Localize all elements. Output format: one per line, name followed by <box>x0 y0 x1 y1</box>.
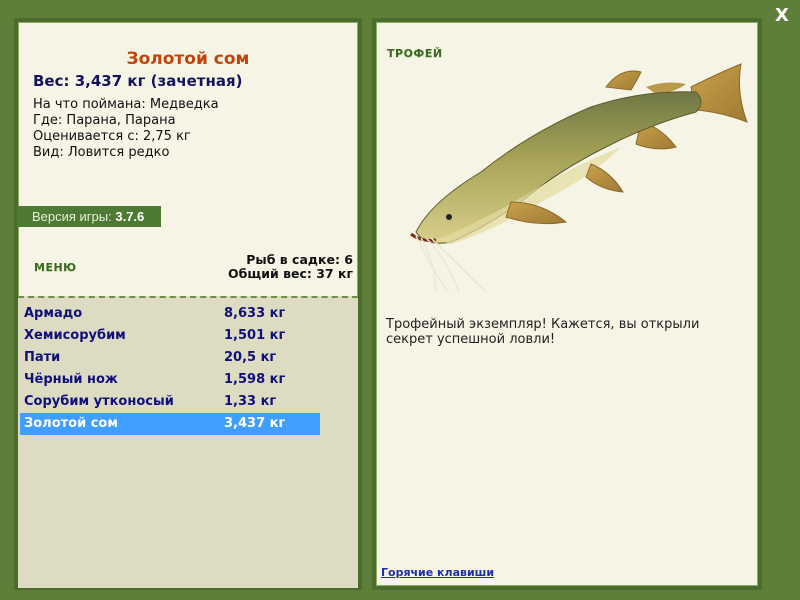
catch-fish-name: Армадо <box>24 306 83 321</box>
keepnet-stats: Рыб в садке: 6 Общий вес: 37 кг <box>228 253 353 281</box>
catch-list-row[interactable]: Сорубим утконосый 1,33 кг <box>20 391 320 413</box>
hotkeys-link[interactable]: Горячие клавиши <box>381 566 494 579</box>
menu-button[interactable]: МЕНЮ <box>34 261 77 274</box>
catfish-image <box>410 63 748 292</box>
catch-fish-name: Сорубим утконосый <box>24 394 174 409</box>
trophy-panel: ТРОФЕЙ Трофейный экземпляр! Кажется, вы … <box>372 18 762 590</box>
catch-fish-weight: 1,598 кг <box>224 372 286 387</box>
fish-weight: Вес: 3,437 кг (зачетная) <box>33 72 243 90</box>
kind-info: Вид: Ловится редко <box>33 145 170 160</box>
catch-fish-weight: 3,437 кг <box>224 416 286 431</box>
version-label: Версия игры: <box>32 209 112 224</box>
catch-fish-weight: 1,33 кг <box>224 394 277 409</box>
catch-list-row[interactable]: Армадо 8,633 кг <box>20 303 320 325</box>
keepnet-count: Рыб в садке: 6 <box>246 252 353 267</box>
catch-fish-name: Пати <box>24 350 61 365</box>
catch-list-row[interactable]: Пати 20,5 кг <box>20 347 320 369</box>
catch-fish-name: Золотой сом <box>24 416 118 431</box>
catch-fish-name: Чёрный нож <box>24 372 118 387</box>
close-button[interactable]: X <box>772 6 792 26</box>
bait-info: На что поймана: Медведка <box>33 97 219 112</box>
version-value: 3.7.6 <box>115 209 145 224</box>
catch-fish-name: Хемисорубим <box>24 328 126 343</box>
valued-info: Оценивается с: 2,75 кг <box>33 129 191 144</box>
fish-name-title: Золотой сом <box>126 49 250 69</box>
keepnet-total-weight: Общий вес: 37 кг <box>228 266 353 281</box>
catch-list-row[interactable]: Хемисорубим 1,501 кг <box>20 325 320 347</box>
version-badge: Версия игры: 3.7.6 <box>17 206 161 227</box>
catch-fish-weight: 1,501 кг <box>224 328 286 343</box>
catch-list-row[interactable]: Золотой сом 3,437 кг <box>20 413 320 435</box>
fish-info-panel: Золотой сом Вес: 3,437 кг (зачетная) На … <box>14 18 362 590</box>
trophy-message: Трофейный экземпляр! Кажется, вы открыли… <box>386 317 700 347</box>
catch-fish-weight: 8,633 кг <box>224 306 286 321</box>
catch-fish-weight: 20,5 кг <box>224 350 277 365</box>
catch-list-row[interactable]: Чёрный нож 1,598 кг <box>20 369 320 391</box>
catch-list: Армадо 8,633 кг Хемисорубим 1,501 кг Пати 20,… <box>18 296 358 588</box>
location-info: Где: Парана, Парана <box>33 113 176 128</box>
